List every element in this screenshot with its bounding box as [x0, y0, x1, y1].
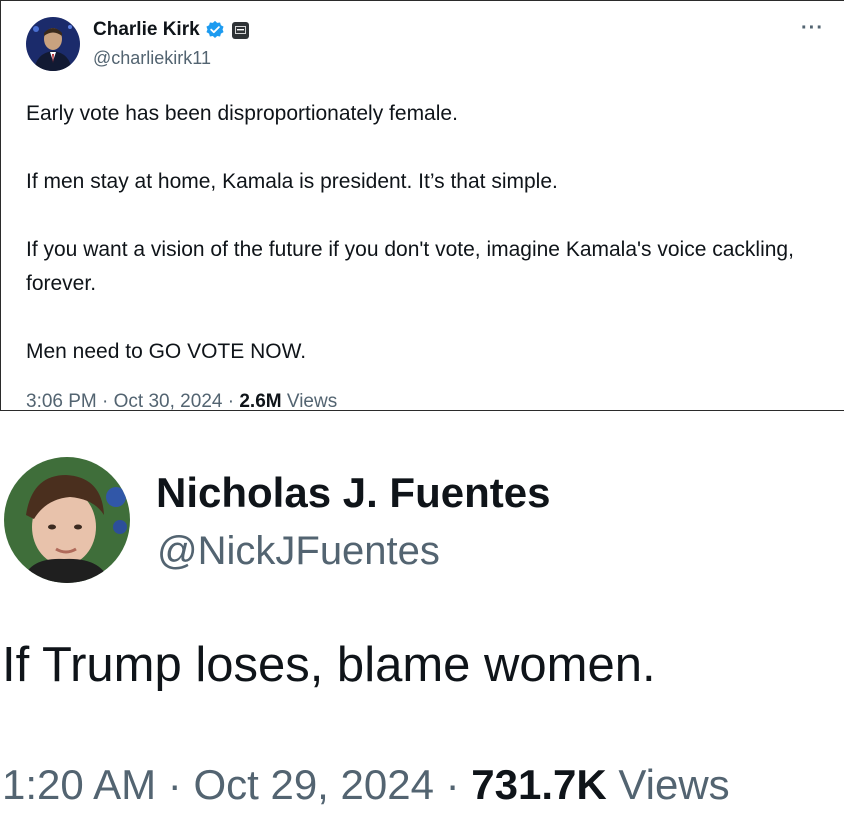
views-label: Views [286, 391, 338, 411]
views-label: Views [618, 761, 730, 808]
views-count: 731.7K [471, 761, 607, 808]
author-handle[interactable]: @charliekirk11 [93, 48, 211, 69]
tweet-time[interactable]: 1:20 AM [2, 761, 156, 808]
tweet-paragraph: If you want a vision of the future if yo… [26, 238, 794, 295]
meta-separator: · [227, 391, 235, 411]
affiliate-badge-icon [231, 21, 249, 39]
tweet-paragraph: Men need to GO VOTE NOW. [26, 340, 307, 363]
tweet-text: Early vote has been disproportionately f… [26, 97, 836, 403]
tweet-text: If Trump loses, blame women. [2, 638, 656, 692]
meta-separator: · [167, 761, 182, 808]
tweet-date[interactable]: Oct 29, 2024 [193, 761, 434, 808]
tweet-paragraph: Early vote has been disproportionately f… [26, 102, 458, 125]
tweet-paragraph: If men stay at home, Kamala is president… [26, 170, 558, 193]
tweet-date[interactable]: Oct 30, 2024 [114, 391, 223, 411]
tweet-top: Charlie Kirk @charliekirk11 ··· Early vo… [0, 0, 844, 411]
meta-separator: · [102, 391, 109, 411]
avatar[interactable] [4, 457, 130, 583]
verified-badge-icon [205, 20, 225, 40]
author-handle[interactable]: @NickJFuentes [157, 529, 440, 574]
avatar[interactable] [26, 17, 80, 71]
tweet-meta: 3:06 PM · Oct 30, 2024 · 2.6M Views [26, 391, 337, 411]
tweet-time[interactable]: 3:06 PM [26, 391, 97, 411]
more-options-icon[interactable]: ··· [801, 17, 824, 40]
author-name[interactable]: Nicholas J. Fuentes [156, 469, 550, 517]
author-name[interactable]: Charlie Kirk [93, 19, 200, 41]
tweet-meta: 1:20 AM · Oct 29, 2024 · 731.7K Views [2, 761, 730, 809]
meta-separator: · [445, 761, 460, 808]
views-count: 2.6M [239, 391, 282, 411]
tweet-bottom: Nicholas J. Fuentes @NickJFuentes If Tru… [0, 411, 844, 837]
